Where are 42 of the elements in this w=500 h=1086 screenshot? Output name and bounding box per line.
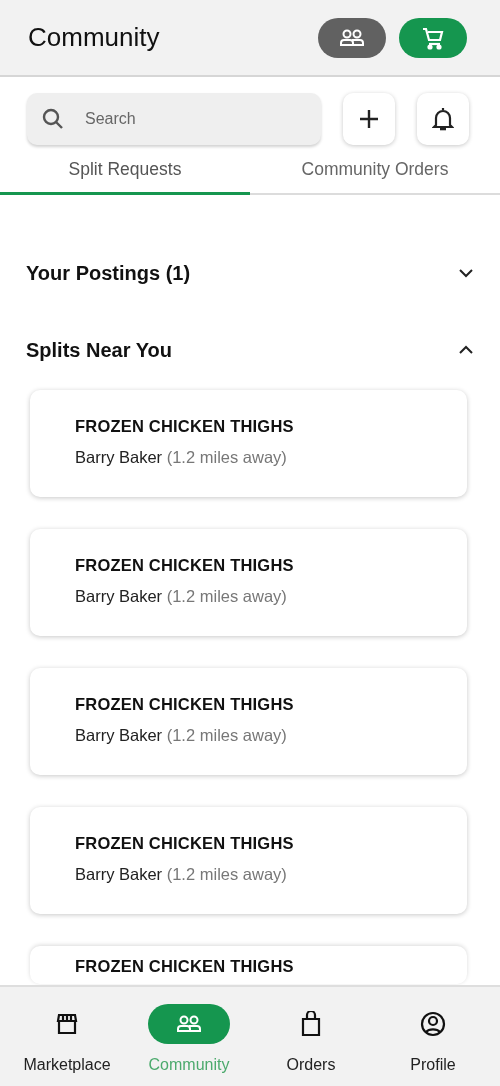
nav-item[interactable]: Marketplace <box>12 987 122 1086</box>
chevron-up-icon[interactable] <box>458 345 474 355</box>
split-card[interactable]: FROZEN CHICKEN THIGHS Barry Baker (1.2 miles away) <box>30 807 467 914</box>
product-title: FROZEN CHICKEN THIGHS <box>75 417 294 436</box>
section-title: Your Postings (1) <box>26 261 191 285</box>
bell-icon <box>432 106 454 132</box>
community-button[interactable] <box>318 17 386 58</box>
tab[interactable]: Split Requests <box>0 150 250 195</box>
profile-icon <box>420 1011 446 1037</box>
notifications-button[interactable] <box>417 93 469 145</box>
chevron-down-icon[interactable] <box>458 268 474 278</box>
split-card[interactable]: FROZEN CHICKEN THIGHS Barry Baker (1.2 miles away) <box>30 529 467 636</box>
seller-name: Barry Baker <box>75 865 163 883</box>
distance-text: (1.2 miles away) <box>166 587 287 605</box>
search-field[interactable]: Search <box>27 93 321 145</box>
seller-name: Barry Baker <box>75 587 163 605</box>
page-title: Community <box>28 22 161 53</box>
add-button[interactable] <box>343 93 395 145</box>
tab[interactable]: Community Orders <box>250 150 500 195</box>
nav-item[interactable]: Orders <box>256 987 366 1086</box>
plus-icon <box>359 109 379 129</box>
store-icon <box>55 1012 79 1036</box>
product-title: FROZEN CHICKEN THIGHS <box>75 556 294 575</box>
people-icon <box>339 28 365 47</box>
people-icon <box>176 1015 202 1033</box>
section-title: Splits Near You <box>26 338 172 362</box>
product-title: FROZEN CHICKEN THIGHS <box>75 695 294 714</box>
split-card[interactable]: FROZEN CHICKEN THIGHS <box>30 946 467 984</box>
product-title: FROZEN CHICKEN THIGHS <box>75 957 294 976</box>
product-title: FROZEN CHICKEN THIGHS <box>75 834 294 853</box>
split-card[interactable]: FROZEN CHICKEN THIGHS Barry Baker (1.2 miles away) <box>30 668 467 775</box>
bag-icon <box>300 1011 322 1037</box>
cart-button[interactable] <box>399 17 467 58</box>
seller-name: Barry Baker <box>75 726 163 744</box>
search-icon <box>41 107 65 131</box>
distance-text: (1.2 miles away) <box>166 865 287 883</box>
split-card[interactable]: FROZEN CHICKEN THIGHS Barry Baker (1.2 miles away) <box>30 390 467 497</box>
nav-item[interactable]: Profile <box>378 987 488 1086</box>
cart-icon <box>421 25 445 50</box>
distance-text: (1.2 miles away) <box>166 726 287 744</box>
distance-text: (1.2 miles away) <box>166 448 287 466</box>
seller-name: Barry Baker <box>75 448 163 466</box>
